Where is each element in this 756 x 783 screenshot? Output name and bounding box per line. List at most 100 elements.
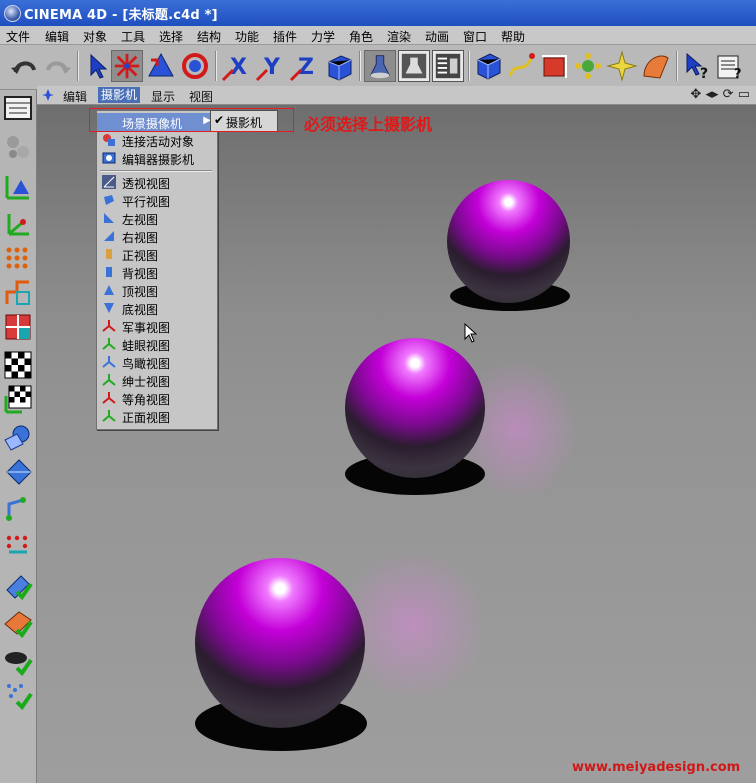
model-tool-icon[interactable] (3, 132, 33, 162)
x-axis-icon[interactable]: X (221, 50, 253, 82)
realtime-update-icon[interactable] (3, 680, 33, 710)
menu-objects[interactable]: 对象 (83, 28, 107, 45)
menu-plugins[interactable]: 插件 (273, 28, 297, 45)
rotate-view-icon[interactable]: ⟳ (723, 87, 734, 102)
edges-tool-icon[interactable] (3, 278, 33, 308)
move-view-icon[interactable]: ✥ (690, 87, 701, 102)
render-active-view-icon[interactable] (364, 50, 396, 82)
menu-tools[interactable]: 工具 (121, 28, 145, 45)
viewport-menu-view[interactable]: 视图 (189, 88, 213, 105)
menu-item-front-view[interactable]: 正视图 (97, 245, 217, 263)
points-tool-icon[interactable] (3, 244, 33, 274)
watermark: www.meiyadesign.com (572, 760, 741, 775)
menu-render[interactable]: 渲染 (387, 28, 411, 45)
menu-animation[interactable]: 动画 (425, 28, 449, 45)
snap-tool-icon[interactable] (3, 492, 33, 522)
menu-item-label: 左视图 (122, 213, 159, 227)
viewport-pin-icon[interactable] (41, 88, 55, 102)
viewport-navigation: ✥ ◂▸ ⟳ ▭ (690, 87, 750, 102)
top-view-icon (104, 285, 114, 295)
select-arrow-icon[interactable] (82, 50, 114, 82)
menu-item-label: 连接活动对象 (122, 135, 195, 149)
frog-view-icon (102, 338, 116, 350)
manual-help-icon[interactable]: ? (714, 50, 746, 82)
animation-points-icon[interactable] (3, 530, 33, 560)
y-axis-icon[interactable]: Y (255, 50, 287, 82)
generator-nurbs-icon[interactable] (538, 50, 570, 82)
render-settings-icon[interactable] (432, 50, 464, 82)
menu-item-left-view[interactable]: 左视图 (97, 209, 217, 227)
viewport-menu-display[interactable]: 显示 (151, 88, 175, 105)
isometric-view-icon (102, 392, 116, 404)
toolbar-separator (468, 51, 470, 81)
menu-selection[interactable]: 选择 (159, 28, 183, 45)
menu-item-label: 底视图 (122, 303, 159, 317)
menu-item-label: 平行视图 (122, 195, 171, 209)
menu-item-label: 正面视图 (122, 411, 171, 425)
polygons-tool-icon[interactable] (3, 312, 33, 342)
menu-item-bird-view[interactable]: 鸟瞰视图 (97, 353, 217, 371)
viewport-menu-edit[interactable]: 编辑 (63, 88, 87, 105)
rotate-tool-icon[interactable] (179, 50, 211, 82)
menu-item-label: 鸟瞰视图 (122, 357, 171, 371)
menu-structure[interactable]: 结构 (197, 28, 221, 45)
menu-item-military-view[interactable]: 军事视图 (97, 317, 217, 335)
object-mode-icon[interactable] (3, 456, 33, 486)
menu-item-dimetric-view[interactable]: 正面视图 (97, 407, 217, 425)
menu-item-editor-camera[interactable]: 编辑器摄影机 (97, 149, 217, 167)
bird-view-icon (102, 356, 116, 368)
redo-icon[interactable] (42, 50, 74, 82)
help-cursor-icon[interactable]: ? (681, 50, 713, 82)
array-modeling-icon[interactable] (572, 50, 604, 82)
bottom-view-icon (104, 303, 114, 313)
toolbar-separator (215, 51, 217, 81)
toolbar-separator (359, 51, 361, 81)
menu-item-bottom-view[interactable]: 底视图 (97, 299, 217, 317)
menu-item-top-view[interactable]: 顶视图 (97, 281, 217, 299)
menu-functions[interactable]: 功能 (235, 28, 259, 45)
sphere-far (447, 180, 570, 303)
soft-selection-icon[interactable] (3, 646, 33, 676)
texture-tool-icon[interactable] (3, 350, 33, 380)
menu-window[interactable]: 窗口 (463, 28, 487, 45)
object-axis-icon[interactable] (3, 172, 33, 202)
viewport-menu-camera[interactable]: 摄影机 (98, 87, 141, 103)
undo-icon[interactable] (8, 50, 40, 82)
workplane-tool-icon[interactable] (3, 422, 33, 452)
enable-axis-icon[interactable] (3, 570, 33, 600)
menu-item-link-active-object[interactable]: 连接活动对象 (97, 131, 217, 149)
menu-item-right-view[interactable]: 右视图 (97, 227, 217, 245)
scale-tool-icon[interactable] (145, 50, 177, 82)
menu-item-back-view[interactable]: 背视图 (97, 263, 217, 281)
axis-tool-icon[interactable] (3, 208, 33, 238)
environment-light-icon[interactable] (640, 50, 672, 82)
zoom-view-icon[interactable]: ◂▸ (705, 87, 718, 102)
menu-item-gentleman-view[interactable]: 绅士视图 (97, 371, 217, 389)
tweak-mode-icon[interactable] (3, 608, 33, 638)
menu-edit[interactable]: 编辑 (45, 28, 69, 45)
menu-help[interactable]: 帮助 (501, 28, 525, 45)
menu-item-isometric-view[interactable]: 等角视图 (97, 389, 217, 407)
menu-item-frog-view[interactable]: 蛙眼视图 (97, 335, 217, 353)
layout-view-icon[interactable] (3, 94, 33, 124)
menu-character[interactable]: 角色 (349, 28, 373, 45)
menu-file[interactable]: 文件 (6, 28, 30, 45)
toolbar-separator (676, 51, 678, 81)
perspective-view-icon (102, 175, 116, 189)
menu-dynamics[interactable]: 力学 (311, 28, 335, 45)
cube-primitive-icon[interactable] (472, 50, 504, 82)
deformer-icon[interactable] (606, 50, 638, 82)
render-to-picture-viewer-icon[interactable] (398, 50, 430, 82)
spline-pen-icon[interactable] (505, 50, 537, 82)
svg-text:?: ? (734, 67, 742, 82)
texture-axis-icon[interactable] (3, 384, 33, 414)
menu-item-label: 背视图 (122, 267, 159, 281)
menu-item-parallel-view[interactable]: 平行视图 (97, 191, 217, 209)
coordinate-system-icon[interactable] (323, 50, 355, 82)
maximize-view-icon[interactable]: ▭ (738, 87, 750, 102)
svg-text:X: X (230, 55, 247, 80)
move-tool-icon[interactable] (111, 50, 143, 82)
z-axis-icon[interactable]: Z (289, 50, 321, 82)
menu-item-label: 顶视图 (122, 285, 159, 299)
menu-item-perspective-view[interactable]: 透视视图 (97, 173, 217, 191)
